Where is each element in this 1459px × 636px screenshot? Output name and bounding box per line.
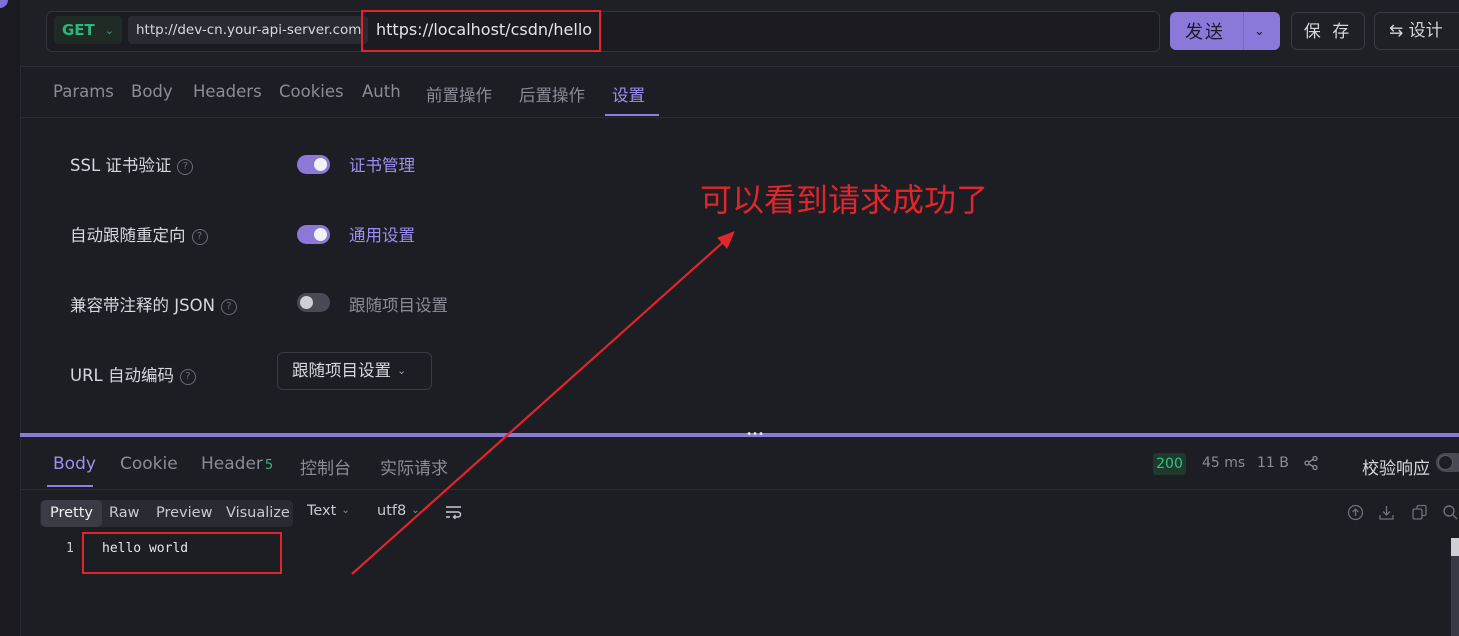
- annotation-arrow: [351, 231, 735, 575]
